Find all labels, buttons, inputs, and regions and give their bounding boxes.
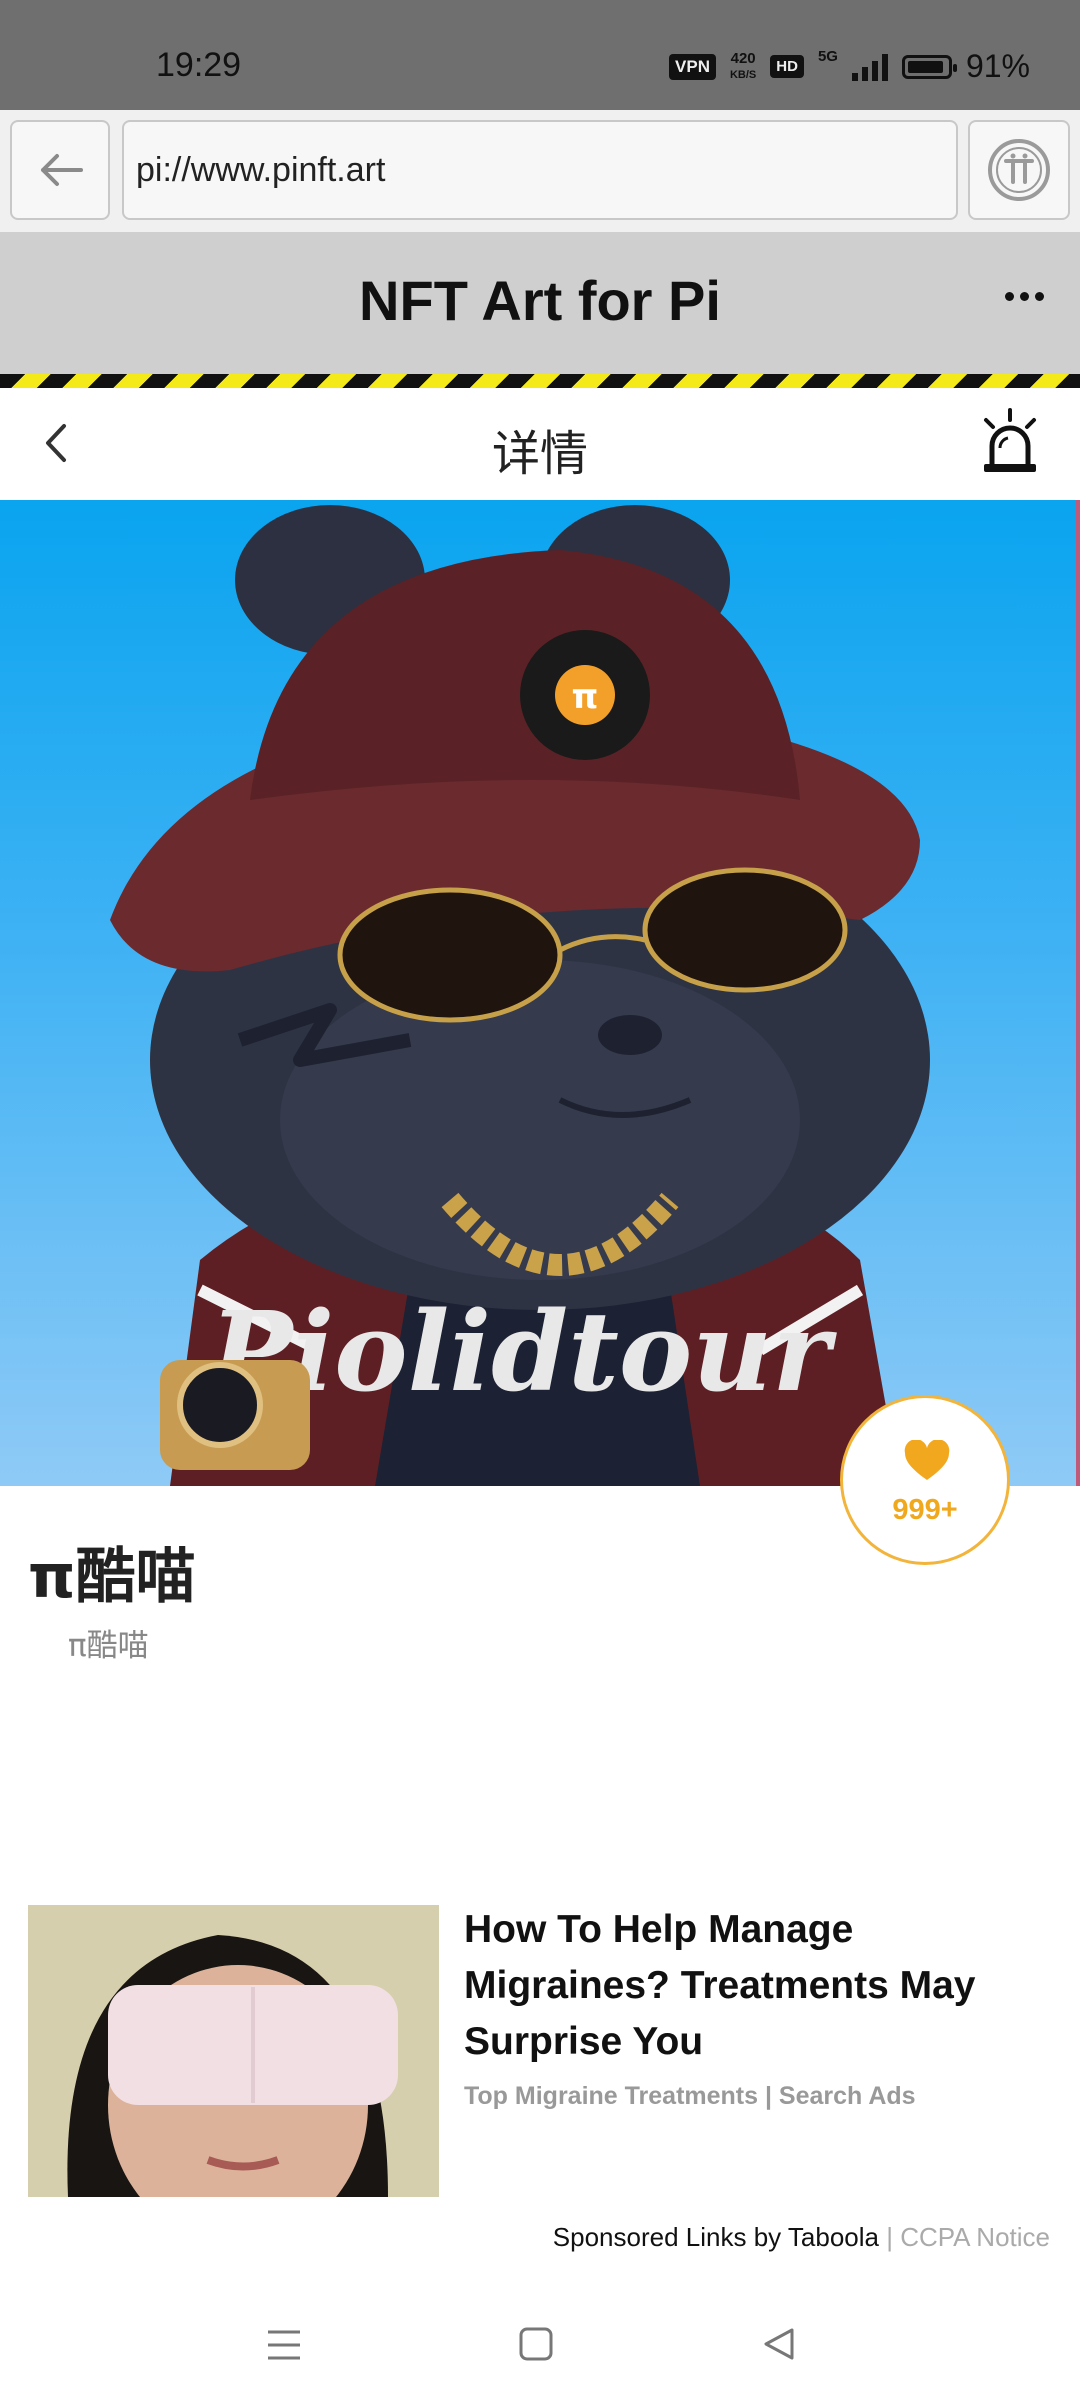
nav-home-button[interactable]	[518, 2326, 554, 2366]
hd-badge: HD	[770, 55, 804, 78]
system-nav-bar	[0, 2290, 1080, 2400]
url-field[interactable]: pi://www.pinft.art	[122, 120, 958, 220]
more-dots-icon	[1005, 292, 1014, 301]
signal-icon	[851, 53, 888, 81]
pi-browser-button[interactable]	[968, 120, 1070, 220]
ad-image[interactable]	[28, 1905, 439, 2197]
sponsored-footer: Sponsored Links by Taboola | CCPA Notice	[553, 2222, 1050, 2253]
nft-subname: π酷喵	[68, 1628, 149, 1664]
hazard-stripe-divider	[0, 374, 1080, 388]
triangle-back-icon	[764, 2328, 794, 2360]
like-count: 999+	[892, 1494, 958, 1526]
home-square-icon	[519, 2327, 553, 2361]
alarm-siren-icon	[984, 408, 1036, 472]
more-options-button[interactable]	[1005, 292, 1044, 301]
back-arrow-icon	[41, 154, 83, 186]
ccpa-link[interactable]: | CCPA Notice	[879, 2222, 1050, 2252]
vpn-badge: VPN	[669, 53, 716, 80]
network-speed: 420 KB/S	[730, 51, 756, 83]
browser-toolbar: pi://www.pinft.art	[0, 110, 1080, 234]
detail-title: 详情	[491, 426, 588, 482]
browser-back-button[interactable]	[10, 120, 110, 220]
pi-browser-icon	[988, 139, 1050, 201]
battery-icon	[901, 54, 957, 79]
image-edge	[1076, 500, 1080, 1486]
like-button[interactable]: 999+	[840, 1395, 1010, 1565]
detail-header: 详情	[0, 388, 1080, 500]
ad-source[interactable]: Top Migraine Treatments | Search Ads	[464, 2082, 916, 2111]
app-title: NFT Art for Pi	[359, 269, 721, 332]
speed-unit: KB/S	[729, 68, 757, 81]
sponsored-link[interactable]: Sponsored Links by Taboola	[553, 2222, 879, 2252]
battery-percent: 91%	[965, 48, 1030, 84]
heart-icon	[904, 1440, 950, 1480]
nft-image: π Piolidtour	[0, 500, 1080, 1486]
app-header: NFT Art for Pi	[0, 232, 1080, 374]
nav-menu-button[interactable]	[266, 2328, 302, 2366]
ad-headline[interactable]: How To Help Manage Migraines? Treatments…	[464, 1902, 1054, 2070]
network-type: 5G	[817, 48, 838, 65]
cool-cat-artwork: π Piolidtour	[110, 505, 930, 1486]
svg-text:π: π	[572, 677, 599, 717]
nav-back-button[interactable]	[760, 2326, 796, 2366]
status-time: 19:29	[156, 46, 242, 84]
status-icons: VPN 420 KB/S HD 5G 91%	[669, 48, 1030, 85]
nft-name: π酷喵	[28, 1542, 196, 1612]
speed-value: 420	[730, 49, 756, 67]
menu-icon	[268, 2330, 300, 2360]
status-bar: 19:29 VPN 420 KB/S HD 5G 91%	[0, 0, 1080, 110]
ad-photo	[28, 1905, 439, 2197]
report-button[interactable]	[978, 406, 1042, 482]
